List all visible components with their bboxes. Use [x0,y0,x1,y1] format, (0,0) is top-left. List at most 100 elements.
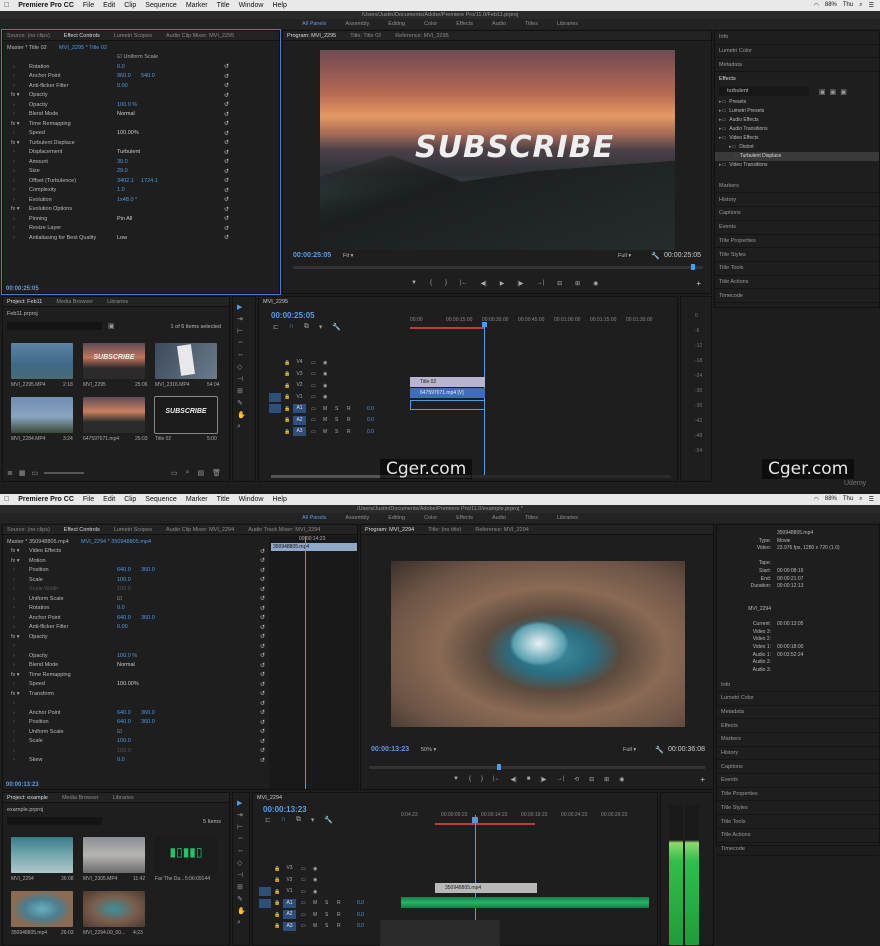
panel-history[interactable]: History [715,193,879,208]
track-select-icon[interactable]: ⇥ [237,315,243,323]
mark-out-icon[interactable]: } [445,280,447,287]
record-icon[interactable]: R [337,900,341,906]
ec-timecode-2[interactable]: 00:00:13:23 [6,782,39,788]
ecB-section-time-remapping[interactable]: Time Remapping [29,672,71,678]
new-bin-icon[interactable]: ▭ [171,469,178,477]
ecB-chevron-icon[interactable]: › [13,681,15,687]
tab-title[interactable]: Title: Title 02 [350,33,381,39]
sync-icon[interactable]: ▭ [311,383,316,389]
ecA-reset-icon[interactable]: ↺ [224,158,229,165]
loop-icon[interactable]: ⟲ [574,776,579,783]
thumb-mvi-2316[interactable] [155,343,217,379]
ecB-chevron-icon[interactable]: › [13,729,15,735]
ecA-row-displacement[interactable]: › Displacement Turbulent ↺ [3,148,279,158]
ecB-row-anchor-point[interactable]: › Anchor Point 640.0 360.0 ↺ [3,708,269,718]
ecA-fx-icon[interactable]: fx ▾ [11,121,20,127]
tab-source[interactable]: Source: (no clips) [7,33,50,39]
ecB-chevron-icon[interactable]: › [13,710,15,716]
icon-view-icon[interactable]: ▦ [19,469,26,477]
source-patch-toggle[interactable] [269,370,281,379]
track-name-v2[interactable]: V2 [283,876,296,885]
ecA-value-size[interactable]: 29.0 [117,168,128,174]
sequence-clip-label[interactable]: MVI_2295 * Title 02 [59,45,107,51]
track-name-v1[interactable]: V1 [283,887,296,896]
trash-icon[interactable]: 🗑 [212,469,221,477]
ecB-uniform-checkbox[interactable]: ☑ [117,729,122,735]
audio-clip-a1[interactable] [410,400,485,410]
zoom-icon-2[interactable]: ⌕ [237,919,241,927]
fx-tree-lumetri-presets[interactable]: ▸▭ Lumetri Presets [715,107,879,116]
ecA-reset-icon[interactable]: ↺ [224,206,229,213]
step-forward-icon-2[interactable]: |▶ [540,776,546,783]
settings-wrench-icon-2[interactable]: 🔧 [324,816,333,824]
rolling-edit-icon[interactable]: ⇔ [237,339,244,346]
ecA-reset-icon[interactable]: ↺ [224,187,229,194]
ecA-value-displacement[interactable]: Turbulent [117,149,140,155]
source-patch-toggle[interactable] [269,416,281,425]
panel-events[interactable]: Events [715,221,879,235]
clip-647597071[interactable]: 647597071.mp4 [V] [410,388,485,398]
source-patch-toggle[interactable] [269,392,281,402]
spotlight-icon-2[interactable]: ⌕ [859,496,862,503]
ecB-row-transform[interactable]: fx ▾ Transform ↺ [3,689,269,699]
playhead-handle[interactable] [482,322,487,327]
ecB-reset-icon[interactable]: ↺ [260,614,265,621]
lock-icon[interactable]: 🔒 [274,889,280,895]
master-clip-label[interactable]: Master * Title 02 [7,45,47,51]
tab-audio-track-mixer-2[interactable]: Audio Track Mixer: MVI_2294 [248,527,320,533]
program-timecode-2[interactable]: 00:00:13:23 [371,746,409,753]
ecB-value-position[interactable]: 640.0 [117,567,131,573]
eye-icon[interactable]: ◉ [313,877,317,883]
ecB-chevron-icon[interactable]: › [13,624,15,630]
project-item-name-far-the-da[interactable]: Far The Da... [155,876,184,882]
ws-color[interactable]: Color [424,21,437,27]
lock-icon[interactable]: 🔒 [274,912,280,918]
wrench-icon[interactable]: 🔧 [651,252,660,260]
ecA-chevron-icon[interactable]: › [13,178,15,184]
ecB-row-motion[interactable]: fx ▾ Motion ↺ [3,556,269,566]
linked-selection-icon-2[interactable]: ⧉ [296,816,301,824]
record-icon[interactable]: R [337,912,341,918]
uniform-scale-checkbox[interactable]: ☑ Uniform Scale [117,54,158,60]
sync-icon[interactable]: ▭ [301,889,306,895]
mini-timeline-clip[interactable]: 350948805.mp4 [271,543,357,551]
subscribe-title-text[interactable]: SUBSCRIBE [415,130,614,165]
tab-effect-controls-2[interactable]: Effect Controls [64,527,100,533]
ecB-reset-icon[interactable]: ↺ [260,624,265,631]
ecA-row-opacity[interactable]: › Opacity 100.0 % ↺ [3,100,279,110]
ecB-row-position[interactable]: › Position 640.0 360.0 ↺ [3,566,269,576]
ecB-reset-icon[interactable]: ↺ [260,709,265,716]
ecA-value-rotation[interactable]: 0.0 [117,64,125,70]
project-item-name-mvi-2284-mp4[interactable]: MVI_2284.MP4 [11,436,45,442]
lock-icon[interactable]: 🔒 [274,866,280,872]
playhead-handle-2[interactable] [472,817,478,823]
notification-icon-2[interactable]: ☰ [869,496,874,503]
track-header-a2[interactable]: 🔒 A2 ▭ M S R 0.0 [269,415,409,426]
project-search-input[interactable] [7,322,102,330]
tab-effect-controls[interactable]: Effect Controls [64,33,100,39]
panel-title-actions-2[interactable]: Title Actions [717,829,879,843]
go-to-in-icon[interactable]: |← [460,280,468,287]
record-icon[interactable]: R [347,406,351,412]
master-clip-label-2[interactable]: Master * 350948805.mp4 [7,539,69,545]
ecA-chevron-icon[interactable]: › [13,235,15,241]
ecB-reset-icon[interactable]: ↺ [260,690,265,697]
ecB-chevron-icon[interactable]: › [13,596,15,602]
track-header-v3[interactable]: 🔒 V3 ▭ ◉ [269,369,409,380]
ecA-value2-offset-turbulence[interactable]: 1724.1 [141,178,158,184]
ws-editing-2[interactable]: Editing [388,515,405,521]
source-patch-toggle[interactable] [259,910,271,919]
tab-media-browser-2[interactable]: Media Browser [62,795,99,801]
fx-tree-distort[interactable]: ▸▭ Distort [715,143,879,152]
mute-icon[interactable]: M [313,912,317,918]
track-name-a1[interactable]: A1 [293,404,306,413]
ecA-fx-icon[interactable]: fx ▾ [11,140,20,146]
ecA-chevron-icon[interactable]: › [13,64,15,70]
project-item-name-mvi-2295[interactable]: MVI_2295 [83,382,106,388]
snap-icon-2[interactable]: ∩ [281,816,286,824]
ws-audio-2[interactable]: Audio [492,515,506,521]
sync-icon[interactable]: ▭ [301,900,306,906]
clip-350948805[interactable]: 350948805.mp4 [435,883,537,893]
effects-search-input[interactable]: turbulent [719,85,809,96]
mark-out-icon-2[interactable]: } [481,776,483,783]
